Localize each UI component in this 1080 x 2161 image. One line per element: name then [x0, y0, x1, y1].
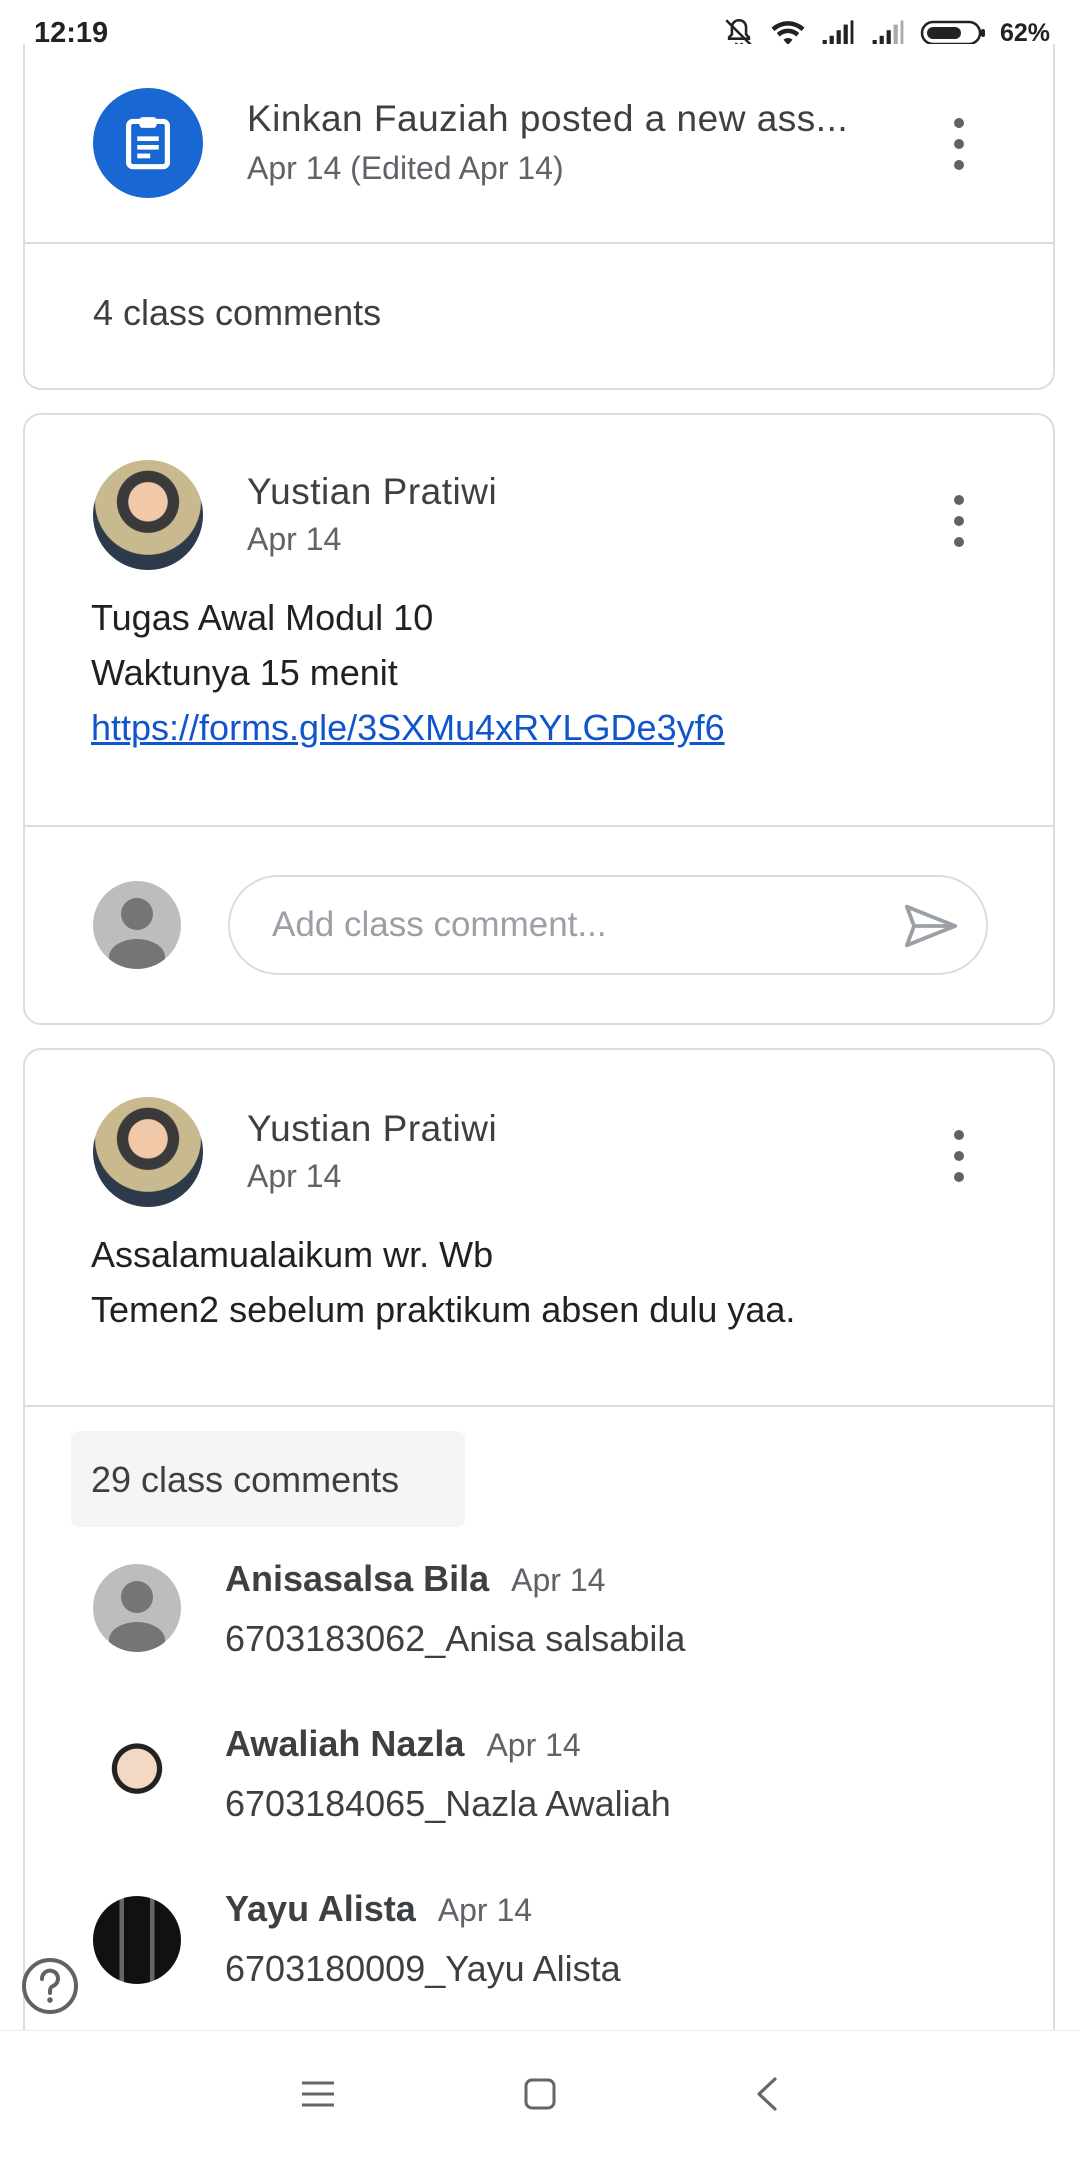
- author-name: Yustian Pratiwi: [247, 1108, 498, 1149]
- post-text-line-2: Waktunya 15 menit: [91, 652, 398, 693]
- author-avatar[interactable]: [93, 1097, 203, 1207]
- more-options-icon[interactable]: [949, 118, 969, 170]
- add-comment-input[interactable]: Add class comment...: [228, 875, 988, 975]
- class-comments-link[interactable]: 4 class comments: [93, 292, 381, 334]
- back-icon[interactable]: [753, 2075, 781, 2113]
- commenter-avatar: [93, 1564, 181, 1652]
- commenter-avatar: [93, 1729, 181, 1817]
- comment-author-name: Yayu Alista: [225, 1888, 416, 1929]
- person-icon: [109, 898, 165, 969]
- help-icon[interactable]: [20, 1956, 80, 2016]
- comment-author-name: Anisasalsa Bila: [225, 1558, 490, 1599]
- comment-date: Apr 14: [437, 1892, 533, 1928]
- assignment-title[interactable]: Kinkan Fauziah posted a new ass...: [247, 98, 848, 140]
- post-text-line-1: Assalamualaikum wr. Wb: [91, 1234, 494, 1275]
- comment-text: 6703183062_Anisa salsabila: [225, 1618, 686, 1659]
- announcement-card-2: Yustian Pratiwi Apr 14 Assalamualaikum w…: [23, 1048, 1055, 2048]
- comment-text: 6703184065_Nazla Awaliah: [225, 1783, 671, 1824]
- card-divider: [25, 825, 1053, 827]
- comment-author: Yayu Alista Apr 14: [225, 1888, 532, 1930]
- form-link[interactable]: https://forms.gle/3SXMu4xRYLGDe3yf6: [91, 707, 725, 749]
- card-divider: [25, 242, 1053, 244]
- post-text-line-2: Temen2 sebelum praktikum absen dulu yaa.: [91, 1289, 796, 1330]
- author-name: Yustian Pratiwi: [247, 471, 498, 512]
- assignment-icon: [126, 117, 170, 170]
- comment-author-name: Awaliah Nazla: [225, 1723, 465, 1764]
- card-divider: [25, 1405, 1053, 1407]
- comment-author: Anisasalsa Bila Apr 14: [225, 1558, 605, 1600]
- comment-date: Apr 14: [511, 1562, 606, 1598]
- class-comments-chip[interactable]: 29 class comments: [71, 1431, 465, 1527]
- assignment-date: Apr 14 (Edited Apr 14): [247, 150, 564, 186]
- more-options-icon[interactable]: [949, 495, 969, 547]
- menu-icon[interactable]: [300, 2079, 336, 2109]
- send-icon[interactable]: [902, 901, 960, 951]
- comment-author: Awaliah Nazla Apr 14: [225, 1723, 581, 1765]
- comment-date: Apr 14: [486, 1727, 581, 1763]
- comment-text: 6703180009_Yayu Alista: [225, 1948, 621, 1989]
- more-options-icon[interactable]: [949, 1130, 969, 1182]
- post-date: Apr 14: [247, 1158, 342, 1194]
- author-avatar[interactable]: [93, 460, 203, 570]
- announcement-card: Yustian Pratiwi Apr 14 Tugas Awal Modul …: [23, 413, 1055, 1025]
- commenter-avatar: [93, 1896, 181, 1984]
- battery-icon: [920, 20, 985, 46]
- comment-placeholder: Add class comment...: [272, 905, 607, 944]
- post-text-line-1: Tugas Awal Modul 10: [91, 597, 434, 638]
- navigation-bar: [0, 2030, 1080, 2161]
- home-icon[interactable]: [523, 2077, 557, 2111]
- user-avatar: [93, 881, 181, 969]
- signal-icon: [822, 20, 854, 46]
- class-comments-count: 29 class comments: [91, 1459, 400, 1500]
- assignment-post-card: Kinkan Fauziah posted a new ass... Apr 1…: [23, 44, 1055, 390]
- person-icon: [109, 1581, 165, 1652]
- signal-icon-2: [872, 20, 904, 46]
- assignment-avatar[interactable]: [93, 88, 203, 198]
- post-date: Apr 14: [247, 521, 342, 557]
